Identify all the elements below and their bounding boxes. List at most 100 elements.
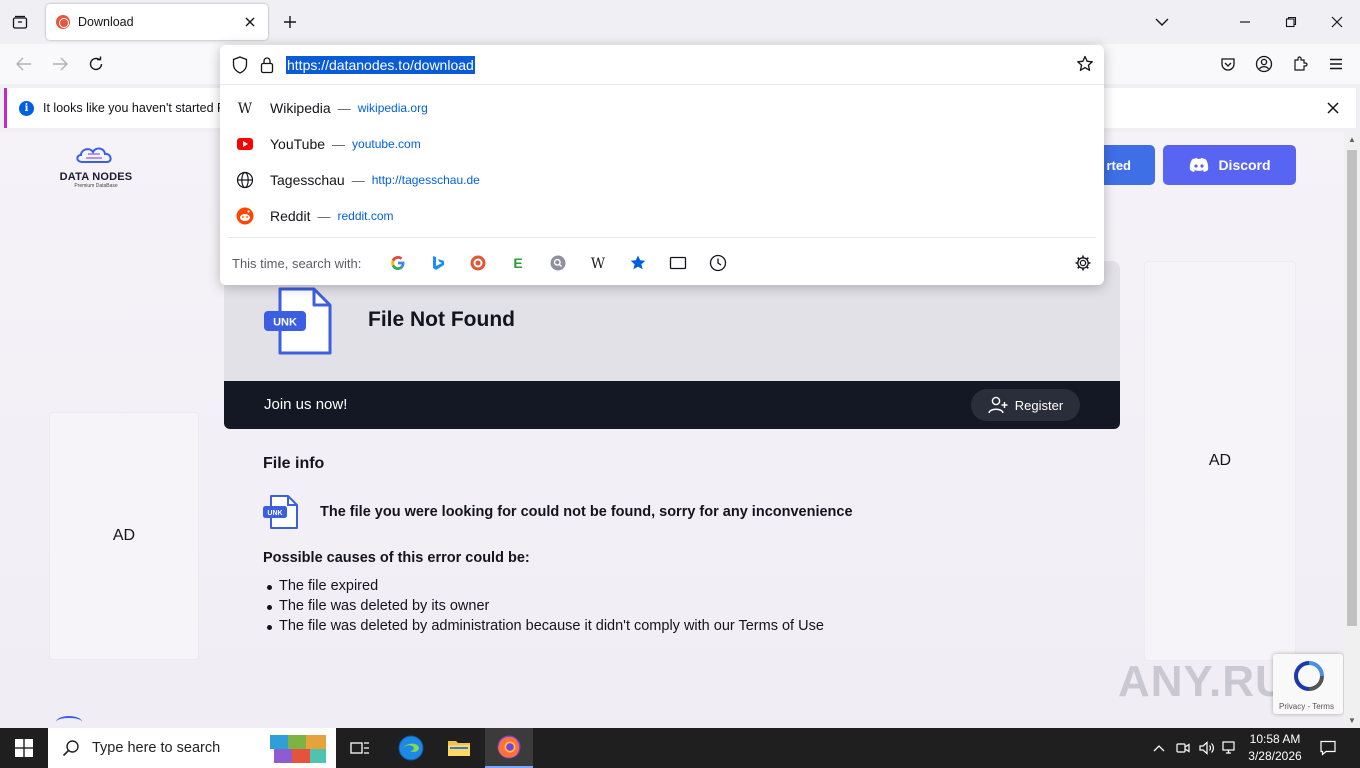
forward-arrow-icon xyxy=(53,57,68,71)
duckduckgo-icon[interactable] xyxy=(469,254,487,272)
news-widget-button[interactable] xyxy=(264,728,334,768)
google-icon[interactable] xyxy=(389,254,407,272)
restore-button[interactable] xyxy=(1281,12,1301,32)
notifications-icon[interactable] xyxy=(1320,740,1336,756)
suggestion-url: http://tagesschau.de xyxy=(371,173,480,187)
ad-left[interactable]: AD xyxy=(49,412,199,660)
suggestion-separator: — xyxy=(351,172,365,188)
scrollbar-thumb[interactable] xyxy=(1347,150,1357,626)
suggestion-row[interactable]: Tagesschau — http://tagesschau.de xyxy=(220,162,1104,198)
bing-icon[interactable] xyxy=(429,254,447,272)
tracking-shield-icon[interactable] xyxy=(232,56,248,74)
close-window-button[interactable] xyxy=(1327,12,1347,32)
app-menu-button[interactable] xyxy=(1324,52,1348,76)
reddit-icon xyxy=(236,207,254,225)
url-text[interactable]: https://datanodes.to/download xyxy=(286,56,475,74)
pocket-button[interactable] xyxy=(1216,52,1240,76)
close-icon xyxy=(1331,16,1343,28)
tab-strip: Download xyxy=(0,0,1360,44)
clock-time: 10:58 AM xyxy=(1249,732,1301,746)
volume-icon[interactable] xyxy=(1199,740,1215,756)
search-settings-gear-icon[interactable] xyxy=(1074,254,1092,272)
account-icon xyxy=(1255,55,1273,73)
tab-close-icon[interactable] xyxy=(242,14,258,30)
notification-text: It looks like you haven't started Fi xyxy=(43,101,228,115)
network-icon[interactable] xyxy=(1222,740,1238,756)
url-bar[interactable]: https://datanodes.to/download xyxy=(220,45,1104,85)
ecosia-icon[interactable]: E xyxy=(509,254,527,272)
youtube-icon xyxy=(236,135,254,153)
search-icon xyxy=(62,740,79,757)
back-button[interactable] xyxy=(12,52,36,76)
puzzle-icon xyxy=(1294,56,1308,71)
new-tab-button[interactable] xyxy=(280,12,300,32)
search-engine-bar: This time, search with: E W xyxy=(228,237,1096,285)
reload-button[interactable] xyxy=(84,52,108,76)
suggestion-row[interactable]: W Wikipedia — wikipedia.org xyxy=(220,90,1104,126)
suggestion-row[interactable]: Reddit — reddit.com xyxy=(220,198,1104,234)
search-icon[interactable] xyxy=(549,254,567,272)
folder-icon xyxy=(448,741,470,756)
scroll-up-icon[interactable]: ▲ xyxy=(1348,135,1356,144)
suggestion-separator: — xyxy=(337,100,351,116)
start-button[interactable] xyxy=(0,728,48,768)
join-bar: Join us now! Register xyxy=(224,381,1120,429)
discord-icon xyxy=(1190,158,1209,172)
info-icon: i xyxy=(19,100,34,116)
list-all-tabs-button[interactable] xyxy=(1152,12,1172,32)
file-explorer-taskbar-button[interactable] xyxy=(435,728,483,768)
notification-close-icon[interactable] xyxy=(1324,99,1342,117)
page-scrollbar[interactable]: ▲ ▼ xyxy=(1344,132,1360,728)
firefox-icon xyxy=(497,735,521,759)
history-clock-icon[interactable] xyxy=(709,254,727,272)
cloud-logo-icon xyxy=(76,147,112,163)
tab-list-button[interactable] xyxy=(8,10,32,34)
suggestion-title: Reddit xyxy=(270,208,311,224)
site-favicon-icon xyxy=(56,15,70,29)
site-logo[interactable]: DATA NODES Premium DataBase xyxy=(58,142,134,192)
wikipedia-engine-icon[interactable]: W xyxy=(589,254,607,272)
cause-item: The file was deleted by its owner xyxy=(267,598,824,618)
minimize-button[interactable] xyxy=(1235,12,1255,32)
suggestion-title: Tagesschau xyxy=(270,172,345,188)
discord-button[interactable]: Discord xyxy=(1163,145,1296,185)
extensions-button[interactable] xyxy=(1288,52,1312,76)
taskbar-clock[interactable]: 10:58 AM 3/28/2026 xyxy=(1242,731,1308,765)
causes-list: The file expired The file was deleted by… xyxy=(267,578,824,638)
search-with-label: This time, search with: xyxy=(232,256,362,271)
svg-text:W: W xyxy=(238,101,253,115)
ad-right[interactable]: AD xyxy=(1144,261,1296,661)
folder-tabs-icon xyxy=(12,15,28,29)
task-view-button[interactable] xyxy=(336,728,384,768)
lock-icon[interactable] xyxy=(260,56,274,74)
bookmarks-star-icon[interactable] xyxy=(629,254,647,272)
join-text: Join us now! xyxy=(264,396,348,413)
cause-item: The file expired xyxy=(267,578,824,598)
scroll-down-icon[interactable]: ▼ xyxy=(1348,716,1356,725)
recaptcha-badge[interactable]: Privacy - Terms xyxy=(1273,654,1343,714)
minimize-icon xyxy=(1240,21,1250,23)
footer-logo-icon xyxy=(56,716,82,728)
register-button[interactable]: Register xyxy=(971,389,1080,421)
chevron-down-icon xyxy=(1155,18,1169,26)
hamburger-menu-icon xyxy=(1330,58,1342,70)
small-unknown-file-icon: UNK xyxy=(263,495,298,529)
recaptcha-text[interactable]: Privacy - Terms xyxy=(1279,702,1334,711)
suggestion-separator: — xyxy=(317,208,331,224)
forward-button[interactable] xyxy=(48,52,72,76)
suggestion-url: wikipedia.org xyxy=(357,101,428,115)
suggestion-row[interactable]: YouTube — youtube.com xyxy=(220,126,1104,162)
bookmark-star-icon[interactable] xyxy=(1076,55,1094,73)
logo-text: DATA NODES xyxy=(59,171,133,183)
file-title: File Not Found xyxy=(368,308,515,331)
firefox-taskbar-button[interactable] xyxy=(485,728,533,768)
account-button[interactable] xyxy=(1252,52,1276,76)
meet-now-icon[interactable] xyxy=(1175,740,1191,756)
show-hidden-icons-button[interactable] xyxy=(1151,740,1167,756)
tab-download[interactable]: Download xyxy=(46,4,268,40)
file-info-title: File info xyxy=(263,455,325,472)
tabs-icon[interactable] xyxy=(669,254,687,272)
edge-taskbar-button[interactable] xyxy=(387,728,435,768)
restore-icon xyxy=(1285,16,1297,28)
small-file-badge: UNK xyxy=(267,510,282,517)
